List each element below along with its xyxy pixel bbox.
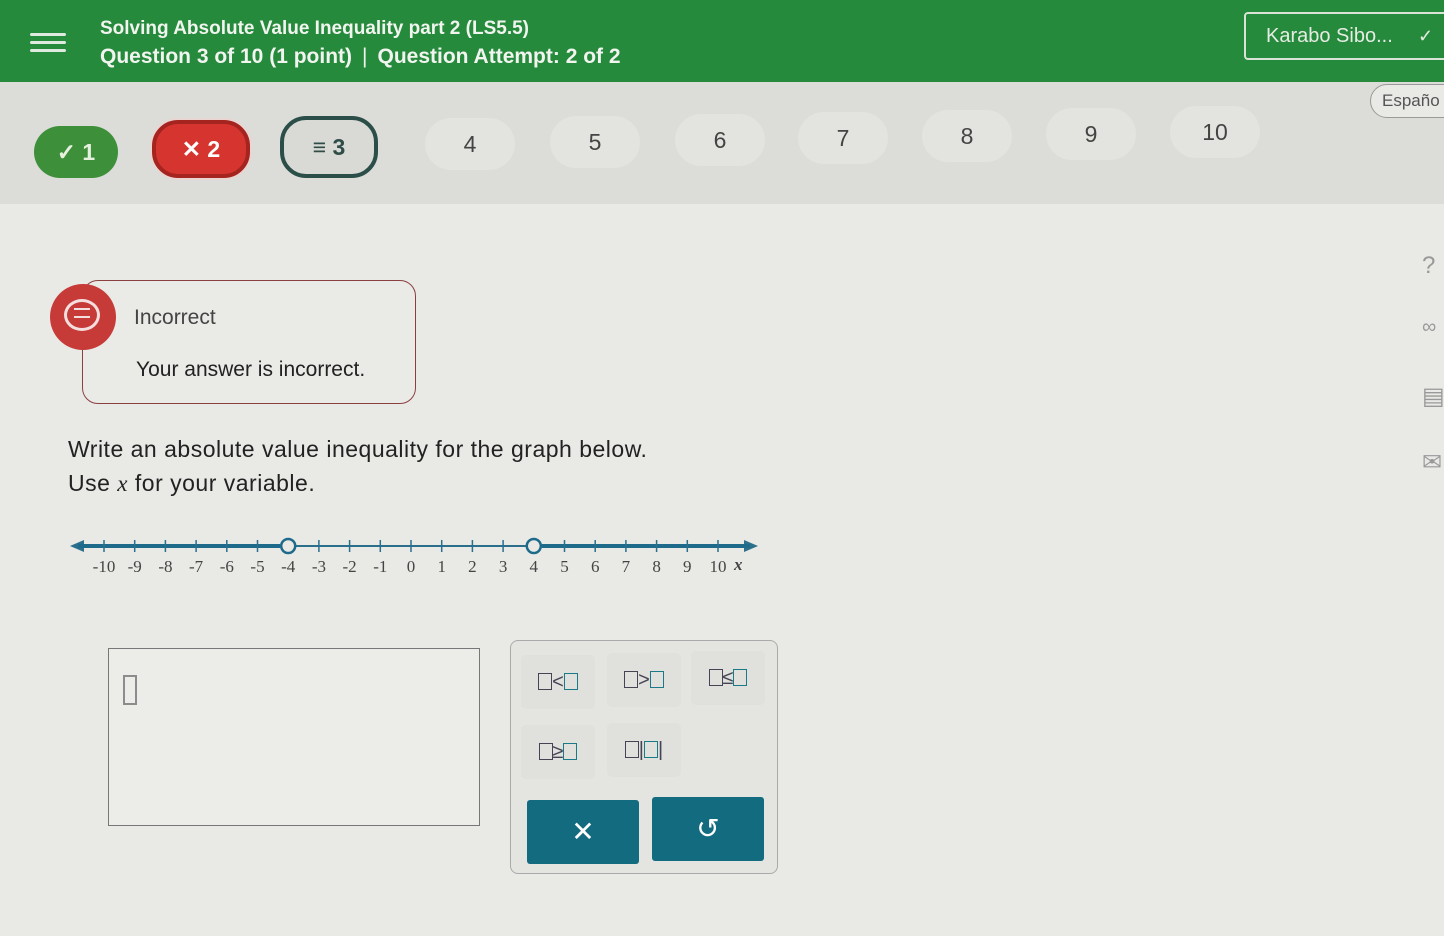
question-9-button[interactable]: 9	[1046, 108, 1136, 160]
tick-label: -5	[250, 557, 264, 576]
question-line-2-suffix: for your variable.	[128, 470, 316, 496]
top-header: Solving Absolute Value Inequality part 2…	[0, 0, 1444, 82]
tick-label: -6	[220, 557, 234, 576]
slot-icon	[644, 741, 658, 758]
less-than-button[interactable]: <	[521, 655, 595, 709]
tick-label: 2	[468, 557, 477, 576]
tick-label: 8	[652, 557, 661, 576]
tick-label: -9	[128, 557, 142, 576]
question-8-button[interactable]: 8	[922, 110, 1012, 162]
tick-label: 6	[591, 557, 600, 576]
tick-label: -2	[343, 557, 357, 576]
attempt-info: Question Attempt: 2 of 2	[377, 45, 621, 68]
tick-label: -7	[189, 557, 204, 576]
help-icon[interactable]: ?	[1422, 252, 1435, 280]
axis-variable-label: x	[733, 555, 743, 574]
question-10-button[interactable]: 10	[1170, 106, 1260, 158]
question-3-button[interactable]: ≡ 3	[280, 116, 378, 178]
slot-icon	[624, 671, 639, 688]
tick-label: -4	[281, 557, 296, 576]
tick-label: 3	[499, 557, 508, 576]
less-than-symbol: <	[552, 671, 564, 693]
question-line-2: Use x for your variable.	[68, 466, 647, 501]
tick-label: 5	[560, 557, 569, 576]
absolute-value-button[interactable]: | |	[607, 723, 681, 777]
tick-label: -8	[158, 557, 172, 576]
question-4-button[interactable]: 4	[425, 118, 515, 170]
question-1-button[interactable]: ✓ 1	[34, 126, 118, 178]
assignment-title: Solving Absolute Value Inequality part 2…	[100, 18, 529, 39]
question-2-button[interactable]: ✕ 2	[152, 120, 250, 178]
slot-icon	[538, 743, 553, 760]
question-5-button[interactable]: 5	[550, 116, 640, 168]
slot-icon	[563, 743, 578, 760]
user-menu-button[interactable]: Karabo Sibo... ✓	[1244, 12, 1444, 60]
abs-bar-right: |	[658, 739, 664, 761]
question-status: Question 3 of 10 (1 point) | Question Atte…	[100, 45, 621, 69]
slot-icon	[563, 673, 578, 690]
tick-label: 10	[710, 557, 727, 576]
greater-than-button[interactable]: >	[607, 653, 681, 707]
feedback-panel	[82, 280, 416, 404]
slot-icon	[624, 741, 639, 758]
greater-equal-button[interactable]: ≥	[521, 725, 595, 779]
tick-label: 7	[622, 557, 631, 576]
input-placeholder-box	[123, 675, 137, 705]
slot-icon	[708, 669, 723, 686]
feedback-title: Incorrect	[134, 306, 216, 329]
variable-label: x	[117, 471, 129, 496]
question-line-2-prefix: Use	[68, 470, 118, 496]
question-6-button[interactable]: 6	[675, 114, 765, 166]
slot-icon	[538, 673, 553, 690]
less-equal-symbol: ≤	[722, 667, 734, 689]
separator: |	[362, 45, 368, 68]
answer-input[interactable]	[108, 648, 480, 826]
user-name: Karabo Sibo...	[1266, 25, 1393, 47]
undo-icon: ↺	[696, 813, 720, 844]
greater-equal-symbol: ≥	[552, 741, 564, 763]
question-7-button[interactable]: 7	[798, 112, 888, 164]
tick-label: -1	[373, 557, 387, 576]
greater-than-symbol: >	[638, 669, 650, 691]
mail-icon[interactable]: ✉	[1422, 448, 1442, 477]
slot-icon	[649, 671, 664, 688]
question-line-1: Write an absolute value inequality for t…	[68, 436, 648, 462]
number-line-group: -10 -9 -8 -7 -6 -5 -4 -3 -2 -1 0 1 2 3 4 5 6 7 8 9 10 x	[70, 537, 758, 576]
tick-label: 4	[530, 557, 539, 576]
tick-label: 9	[683, 557, 692, 576]
close-icon: ✕	[571, 816, 595, 847]
feedback-text: Your answer is incorrect.	[136, 358, 366, 381]
tick-label: 0	[407, 557, 416, 576]
language-toggle-button[interactable]: Españo	[1370, 84, 1444, 118]
undo-button[interactable]: ↺	[652, 797, 764, 861]
tick-label: -10	[93, 557, 116, 576]
open-endpoint	[279, 537, 297, 555]
open-endpoint	[525, 537, 543, 555]
tick-label: -3	[312, 557, 326, 576]
less-equal-button[interactable]: ≤	[691, 651, 765, 705]
question-info: Question 3 of 10 (1 point)	[100, 45, 353, 68]
feedback-message-icon	[50, 284, 116, 350]
glasses-icon[interactable]: ∞	[1422, 316, 1436, 339]
chevron-down-icon: ✓	[1418, 26, 1434, 46]
tick-label: 1	[437, 557, 446, 576]
calculator-icon[interactable]: ▤	[1422, 382, 1444, 411]
hamburger-menu-icon[interactable]	[30, 28, 66, 60]
slot-icon	[733, 669, 748, 686]
question-prompt: Write an absolute value inequality for t…	[68, 432, 647, 501]
clear-button[interactable]: ✕	[527, 800, 639, 864]
number-line-graph: -10 -9 -8 -7 -6 -5 -4 -3 -2 -1 0 1 2 3 4 5 6 7 8 9 10 x	[70, 537, 758, 576]
